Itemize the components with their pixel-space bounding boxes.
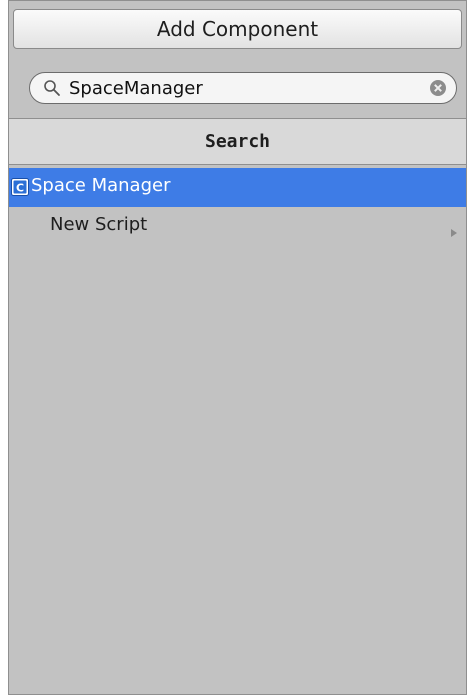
submenu-arrow-icon xyxy=(450,222,458,237)
add-component-panel: Add Component Search xyxy=(8,0,467,695)
csharp-script-icon: C xyxy=(11,178,29,196)
search-input[interactable] xyxy=(69,74,409,102)
search-field[interactable] xyxy=(29,72,457,104)
list-item-label: Space Manager xyxy=(31,175,171,196)
list-item-space-manager[interactable]: C Space Manager xyxy=(9,168,466,207)
add-component-label: Add Component xyxy=(156,17,319,41)
add-component-button[interactable]: Add Component xyxy=(13,9,462,49)
results-list: C Space Manager New Script xyxy=(9,168,466,246)
list-item-label: New Script xyxy=(50,214,148,235)
section-header: Search xyxy=(9,119,466,164)
list-item-new-script[interactable]: New Script xyxy=(9,207,466,246)
svg-text:C: C xyxy=(16,182,24,195)
divider xyxy=(9,164,466,165)
search-icon xyxy=(41,77,63,99)
clear-icon[interactable] xyxy=(428,78,448,98)
section-title: Search xyxy=(204,131,271,152)
